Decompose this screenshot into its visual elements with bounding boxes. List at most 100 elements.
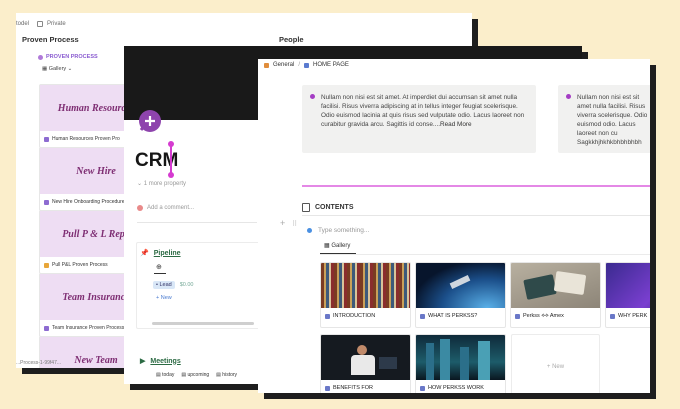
doc-icon [302, 203, 310, 212]
card-image-library [321, 263, 410, 308]
team-icon [44, 325, 49, 331]
lock-icon [37, 21, 44, 27]
gallery-card[interactable]: INTRODUCTION [320, 262, 411, 328]
status-url: ...Process-1-99f47... [16, 360, 62, 366]
card-caption: New Hire Onboarding Procedure [52, 199, 125, 205]
pipeline-link[interactable]: 📌 Pipeline [140, 249, 181, 258]
gallery-label: Gallery [48, 66, 67, 72]
meetings-link[interactable]: ▶ Meetings [140, 357, 181, 366]
page-icon [515, 314, 520, 319]
people-icon [44, 136, 49, 142]
crm-logo-icon [139, 110, 161, 132]
more-property-toggle[interactable]: ⌄ 1 more property [137, 180, 186, 187]
pipeline-icon: 📌 [140, 250, 149, 257]
text-cursor [168, 141, 174, 178]
new-card-button[interactable]: + New [511, 334, 600, 393]
gallery-card[interactable]: WHAT IS PERKSS? [415, 262, 506, 328]
dot-icon: • [156, 282, 158, 288]
view-label: today [162, 372, 175, 378]
gallery-view-tab[interactable]: ▦ Gallery ⌄ [42, 66, 72, 72]
add-new-button[interactable]: + New [156, 295, 172, 301]
pin-icon [566, 94, 571, 99]
pin-icon [44, 262, 49, 268]
gallery-card[interactable]: WHY PERK [605, 262, 650, 328]
card-label: Perkss ⟡⟡ Amex [523, 313, 564, 319]
meeting-icon: ▶ [140, 358, 146, 365]
gallery-card[interactable]: BENEFITS FOR [320, 334, 411, 393]
lead-column[interactable]: • Lead $0.00 [153, 281, 193, 289]
callout-note[interactable]: Nullam non nisi est sit amet nulla facil… [558, 85, 650, 153]
breadcrumb-separator: / [298, 62, 301, 68]
pipeline-view-tab[interactable]: ⊕ [156, 263, 162, 271]
page-icon [325, 313, 330, 319]
tab-underline [154, 273, 166, 274]
gallery-card[interactable]: Perkss ⟡⟡ Amex [510, 262, 601, 328]
breadcrumb-general[interactable]: General [273, 62, 294, 68]
breadcrumb: General / HOME PAGE [264, 62, 349, 68]
meeting-views: ▤ today ▤ upcoming ▤ history [156, 372, 237, 378]
card-label: BENEFITS FOR [333, 385, 374, 391]
home-page-window: General / HOME PAGE Nullam non nisi est … [258, 59, 650, 393]
view-today[interactable]: ▤ today [156, 372, 174, 378]
card-label: WHY PERK [618, 313, 648, 319]
card-image-laptop-user [321, 335, 410, 380]
page-icon [420, 385, 425, 391]
page-icon [325, 385, 330, 391]
breadcrumb-home-page[interactable]: HOME PAGE [313, 62, 349, 68]
contents-label: CONTENTS [315, 204, 354, 211]
gallery-view-tab[interactable]: ▦ Gallery [324, 242, 350, 249]
divider [320, 254, 650, 255]
card-label: WHAT IS PERKSS? [428, 313, 478, 319]
card-label: INTRODUCTION [333, 313, 376, 319]
note-text: Nullam non nisi est sit amet. At imperdi… [321, 94, 525, 129]
callout-note[interactable]: Nullam non nisi est sit amet. At imperdi… [302, 85, 536, 153]
page-icon [304, 62, 310, 68]
divider [302, 215, 650, 216]
more-property-label: 1 more property [143, 181, 187, 187]
page-icon [420, 313, 425, 319]
process-header-label: PROVEN PROCESS [46, 54, 98, 60]
pin-icon [38, 54, 43, 60]
card-caption: Human Resources Proven Pro [52, 136, 120, 142]
gallery-icon: ▦ [324, 243, 330, 249]
read-more-link[interactable]: Read More [440, 121, 472, 128]
add-comment-label: Add a comment... [147, 205, 195, 211]
avatar [137, 205, 143, 211]
home-icon [264, 62, 269, 68]
window-topbar: todel Private [16, 13, 472, 32]
type-input[interactable]: Type something... [307, 227, 369, 234]
card-image-city [416, 335, 505, 380]
lead-tag: Lead [159, 282, 172, 288]
workspace-name: todel [16, 21, 30, 27]
divider [302, 185, 650, 187]
section-people: People [279, 35, 304, 44]
process-header[interactable]: PROVEN PROCESS [38, 54, 98, 60]
horizontal-scrollbar[interactable] [152, 322, 254, 325]
page-icon [610, 313, 615, 319]
meetings-title: Meetings [150, 357, 181, 365]
view-upcoming[interactable]: ▤ upcoming [181, 372, 209, 378]
gallery-label: Gallery [331, 243, 351, 249]
add-block-icon[interactable]: + [280, 218, 285, 228]
private-label[interactable]: Private [47, 21, 66, 27]
contents-header: CONTENTS [302, 203, 354, 212]
card-image-cards [511, 263, 600, 308]
view-history[interactable]: ▤ history [216, 372, 237, 378]
lead-amount: $0.00 [179, 282, 194, 288]
pin-icon [310, 94, 315, 99]
add-comment[interactable]: Add a comment... [137, 205, 194, 211]
note-text: Nullam non nisi est sit amet nulla facil… [577, 94, 648, 147]
card-image-tech [606, 263, 650, 308]
card-caption: Pull P&L Proven Process [52, 262, 108, 268]
section-proven-process: Proven Process [22, 35, 79, 44]
handshake-icon [44, 199, 49, 205]
view-label: history [222, 372, 238, 378]
gallery-card[interactable]: HOW PERKSS WORK [415, 334, 506, 393]
card-caption: Team Insurance Proven Process [52, 325, 125, 331]
card-label: HOW PERKSS WORK [428, 385, 484, 391]
view-label: upcoming [187, 372, 210, 378]
type-placeholder: Type something... [318, 227, 370, 234]
drag-handle-icon[interactable]: ⠿ [292, 220, 297, 228]
card-image-satellite [416, 263, 505, 308]
gallery-icon: ▦ [42, 66, 48, 72]
